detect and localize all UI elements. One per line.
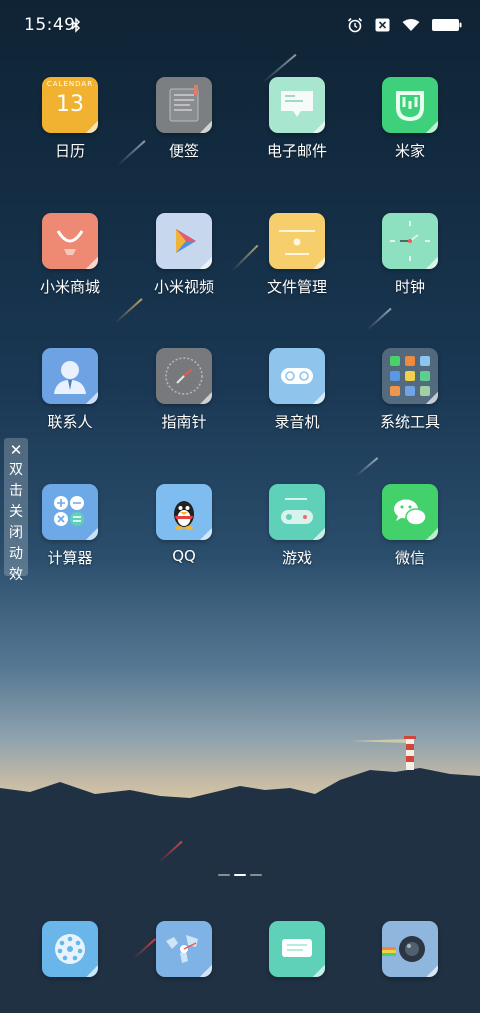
calendar-day: 13 bbox=[56, 92, 84, 117]
message-icon bbox=[269, 921, 325, 977]
app-label: 指南针 bbox=[161, 413, 207, 431]
app-label: 小米商城 bbox=[39, 278, 100, 296]
app-contacts[interactable]: 联系人 bbox=[20, 348, 120, 432]
calculator-icon bbox=[42, 484, 98, 540]
app-mi-store[interactable]: 小米商城 bbox=[20, 213, 120, 297]
app-mi-video[interactable]: 小米视频 bbox=[134, 213, 234, 297]
bluetooth-icon bbox=[71, 17, 81, 33]
gamepad-icon bbox=[269, 484, 325, 540]
app-clock[interactable]: 时钟 bbox=[360, 213, 460, 297]
meteor-streak bbox=[114, 298, 143, 324]
app-games[interactable]: 游戏 bbox=[247, 484, 347, 568]
app-label: 文件管理 bbox=[266, 278, 327, 296]
battery-icon bbox=[432, 19, 462, 31]
folder-icon bbox=[269, 213, 325, 269]
disable-animation-panel[interactable]: ✕ 双击关闭动效 bbox=[4, 438, 28, 583]
app-label: 游戏 bbox=[281, 549, 312, 567]
play-icon bbox=[156, 213, 212, 269]
globe-icon bbox=[156, 921, 212, 977]
alarm-icon bbox=[347, 17, 363, 33]
cassette-icon bbox=[269, 348, 325, 404]
lighthouse-icon bbox=[350, 736, 416, 770]
app-label: 联系人 bbox=[47, 413, 93, 431]
wifi-icon bbox=[402, 19, 420, 31]
app-mijia[interactable]: 米家 bbox=[360, 77, 460, 161]
disable-animation-text: 双击关闭动效 bbox=[9, 462, 23, 583]
notes-icon bbox=[156, 77, 212, 133]
calendar-header: CALENDAR bbox=[46, 80, 94, 88]
app-label: 便签 bbox=[168, 142, 199, 160]
calendar-icon: CALENDAR 13 bbox=[42, 77, 98, 133]
phone-dialer-icon bbox=[42, 921, 98, 977]
penguin-icon bbox=[156, 484, 212, 540]
app-email[interactable]: 电子邮件 bbox=[247, 77, 347, 161]
app-file-manager[interactable]: 文件管理 bbox=[247, 213, 347, 297]
dock-phone[interactable] bbox=[20, 921, 120, 977]
dock-messages[interactable] bbox=[247, 921, 347, 977]
app-label: 计算器 bbox=[47, 549, 93, 567]
mijia-icon bbox=[382, 77, 438, 133]
compass-icon bbox=[156, 348, 212, 404]
status-time: 15:49 bbox=[24, 15, 76, 35]
app-calculator[interactable]: 计算器 bbox=[20, 484, 120, 568]
page-dot-active[interactable] bbox=[234, 874, 246, 876]
app-calendar[interactable]: CALENDAR 13 日历 bbox=[20, 77, 120, 161]
app-label: 电子邮件 bbox=[266, 142, 327, 160]
sim-off-icon bbox=[375, 18, 390, 32]
app-wechat[interactable]: 微信 bbox=[360, 484, 460, 568]
person-icon bbox=[42, 348, 98, 404]
meteor-streak bbox=[355, 457, 378, 477]
app-label: 微信 bbox=[394, 549, 425, 567]
app-label: QQ bbox=[172, 547, 196, 565]
chat-bubbles-icon bbox=[382, 484, 438, 540]
clock-icon bbox=[382, 213, 438, 269]
meteor-streak bbox=[366, 307, 392, 331]
dock-browser[interactable] bbox=[134, 921, 234, 977]
app-compass[interactable]: 指南针 bbox=[134, 348, 234, 432]
app-label: 日历 bbox=[54, 142, 85, 160]
app-qq[interactable]: QQ bbox=[134, 484, 234, 565]
app-label: 时钟 bbox=[394, 278, 425, 296]
app-label: 小米视频 bbox=[153, 278, 214, 296]
app-label: 米家 bbox=[394, 142, 425, 160]
app-label: 录音机 bbox=[274, 413, 320, 431]
page-dot[interactable] bbox=[250, 874, 262, 876]
dock-camera[interactable] bbox=[360, 921, 460, 977]
status-bar: 15:49 bbox=[0, 0, 480, 52]
app-label: 系统工具 bbox=[379, 413, 440, 431]
app-notes[interactable]: 便签 bbox=[134, 77, 234, 161]
app-recorder[interactable]: 录音机 bbox=[247, 348, 347, 432]
page-dot[interactable] bbox=[218, 874, 230, 876]
close-icon[interactable]: ✕ bbox=[4, 440, 28, 460]
page-indicator bbox=[0, 874, 480, 876]
folder-grid-icon bbox=[382, 348, 438, 404]
shopping-bag-icon bbox=[42, 213, 98, 269]
app-system-tools[interactable]: 系统工具 bbox=[360, 348, 460, 432]
camera-icon bbox=[382, 921, 438, 977]
email-icon bbox=[269, 77, 325, 133]
